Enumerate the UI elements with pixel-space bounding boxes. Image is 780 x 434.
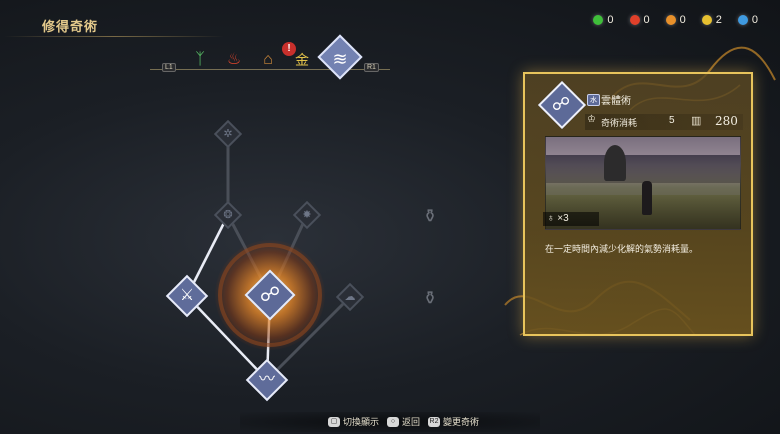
hint-label: 切換顯示 xyxy=(343,417,380,427)
skill-name: 雲體術 xyxy=(601,96,631,107)
cloud-body-icon: ☍ xyxy=(259,284,281,306)
skill-tree-screen: 修得奇術 0 0 0 2 0 L1 R1 ᛉ ♨ ⌂ 金 ! ≋ ✲ ❂ ✸ ☁… xyxy=(0,0,780,434)
cost-label: 奇術消耗 xyxy=(601,118,638,128)
skill-description: 在一定時間內減少化解的氣勢消耗量。 xyxy=(545,244,699,254)
skill-detail-panel: ☍ 水 雲體術 ♔ 奇術消耗 5 ▥ 280 ♁ ×3 在一定時間內減少化解的氣… xyxy=(523,72,753,336)
water-element-tag: 水 xyxy=(587,94,600,106)
hint-label: 返回 xyxy=(402,417,421,427)
cost-row: ♔ 奇術消耗 5 ▥ 280 xyxy=(585,114,743,130)
hint-label: 變更奇術 xyxy=(443,417,480,427)
hidden-skill-icon: ⚱ xyxy=(422,206,438,226)
wave-dash-icon: 〰 xyxy=(258,371,275,388)
sword-scroll-icon: ⚔ xyxy=(179,287,195,304)
square-button-icon: ▢ xyxy=(328,416,340,427)
hint-toggle-display[interactable]: ▢ 切換顯示 xyxy=(328,415,379,428)
skill-node-unlocked[interactable]: ⚔ xyxy=(165,274,209,318)
flask-icon: ♁ xyxy=(547,213,555,224)
skill-node-locked[interactable]: ☁ xyxy=(335,282,365,312)
crown-icon: ♔ xyxy=(587,114,596,125)
skill-node-unlocked[interactable]: 〰 xyxy=(245,358,289,402)
skill-node-locked[interactable]: ❂ xyxy=(213,200,243,230)
hint-back[interactable]: ○ 返回 xyxy=(387,415,420,428)
snowflake-icon: ✲ xyxy=(223,128,233,140)
cloud-body-icon: ☍ xyxy=(551,94,571,114)
skill-node-locked[interactable]: ✸ xyxy=(292,200,322,230)
hint-change-skill[interactable]: R2 變更奇術 xyxy=(428,415,479,428)
swirl-icon: ❂ xyxy=(223,209,233,221)
book-icon: ▥ xyxy=(691,115,702,127)
character-silhouette xyxy=(642,181,652,215)
circle-button-icon: ○ xyxy=(387,416,400,427)
skill-node-selected[interactable]: ☍ xyxy=(244,269,296,321)
hidden-skill-icon: ⚱ xyxy=(422,288,438,308)
uses-badge: ♁ ×3 xyxy=(543,212,599,226)
level-value: 280 xyxy=(715,114,738,128)
r2-button-icon: R2 xyxy=(428,416,441,427)
skill-node-locked[interactable]: ✲ xyxy=(213,119,243,149)
cloud-icon: ☁ xyxy=(344,291,356,303)
cost-value: 5 xyxy=(669,115,675,126)
uses-value: ×3 xyxy=(557,213,569,224)
button-hints: ▢ 切換顯示 ○ 返回 R2 變更奇術 xyxy=(328,415,479,428)
star-burst-icon: ✸ xyxy=(302,209,312,221)
